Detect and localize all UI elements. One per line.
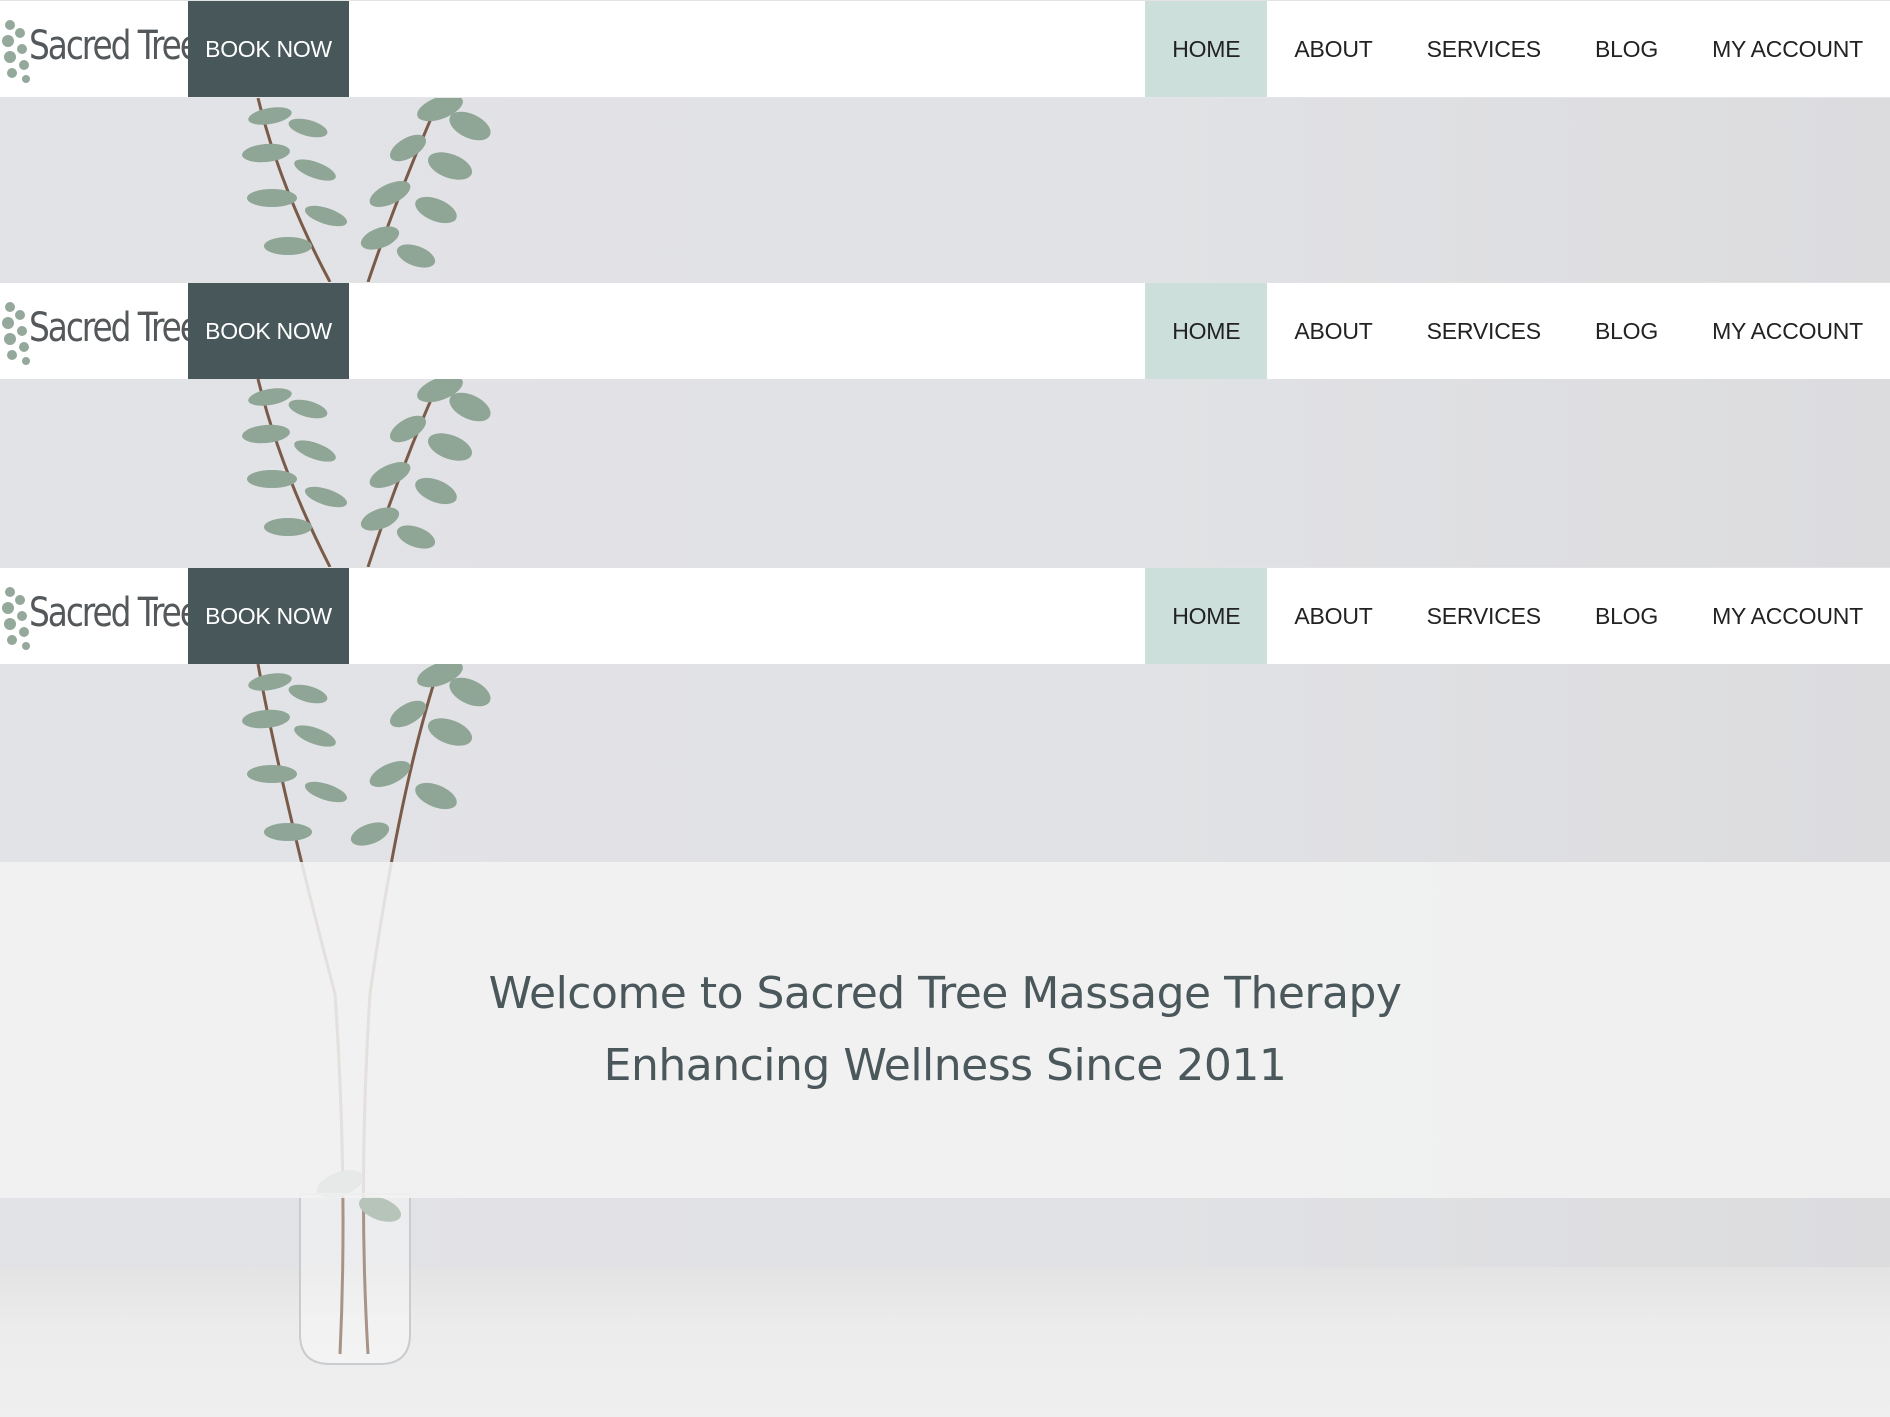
nav-services[interactable]: SERVICES bbox=[1400, 1, 1568, 97]
eucalyptus-image bbox=[242, 379, 491, 567]
nav-my-account[interactable]: MY ACCOUNT bbox=[1685, 283, 1890, 379]
nav-blog[interactable]: BLOG bbox=[1568, 283, 1685, 379]
main-nav: HOME ABOUT SERVICES BLOG MY ACCOUNT bbox=[1145, 283, 1890, 379]
site-header-duplicate: Sacred Tree BOOK NOW HOME ABOUT SERVICES… bbox=[0, 282, 1890, 379]
welcome-heading: Welcome to Sacred Tree Massage Therapy bbox=[488, 968, 1402, 1019]
hero-background-band-2 bbox=[0, 379, 1890, 567]
eucalyptus-image bbox=[242, 98, 491, 282]
nav-services[interactable]: SERVICES bbox=[1400, 283, 1568, 379]
nav-about[interactable]: ABOUT bbox=[1267, 568, 1399, 664]
nav-blog[interactable]: BLOG bbox=[1568, 1, 1685, 97]
site-logo[interactable]: Sacred Tree bbox=[0, 283, 200, 379]
hero-background-band-1 bbox=[0, 98, 1890, 282]
logo-text: Sacred Tree bbox=[29, 23, 200, 69]
main-nav: HOME ABOUT SERVICES BLOG MY ACCOUNT bbox=[1145, 1, 1890, 97]
logo-text: Sacred Tree bbox=[29, 590, 200, 636]
book-now-button[interactable]: BOOK NOW bbox=[188, 1, 349, 97]
nav-about[interactable]: ABOUT bbox=[1267, 1, 1399, 97]
nav-blog[interactable]: BLOG bbox=[1568, 568, 1685, 664]
site-logo[interactable]: Sacred Tree bbox=[0, 568, 200, 664]
main-nav: HOME ABOUT SERVICES BLOG MY ACCOUNT bbox=[1145, 568, 1890, 664]
logo-text: Sacred Tree bbox=[29, 305, 200, 351]
nav-services[interactable]: SERVICES bbox=[1400, 568, 1568, 664]
welcome-panel: Welcome to Sacred Tree Massage Therapy E… bbox=[0, 862, 1890, 1198]
book-now-button[interactable]: BOOK NOW bbox=[188, 283, 349, 379]
nav-my-account[interactable]: MY ACCOUNT bbox=[1685, 1, 1890, 97]
nav-home[interactable]: HOME bbox=[1145, 1, 1268, 97]
site-logo[interactable]: Sacred Tree bbox=[0, 1, 200, 97]
site-header: Sacred Tree BOOK NOW HOME ABOUT SERVICES… bbox=[0, 0, 1890, 97]
nav-home[interactable]: HOME bbox=[1145, 283, 1268, 379]
nav-my-account[interactable]: MY ACCOUNT bbox=[1685, 568, 1890, 664]
book-now-button[interactable]: BOOK NOW bbox=[188, 568, 349, 664]
nav-about[interactable]: ABOUT bbox=[1267, 283, 1399, 379]
nav-home[interactable]: HOME bbox=[1145, 568, 1268, 664]
welcome-subheading: Enhancing Wellness Since 2011 bbox=[603, 1040, 1287, 1091]
site-header-duplicate: Sacred Tree BOOK NOW HOME ABOUT SERVICES… bbox=[0, 567, 1890, 664]
